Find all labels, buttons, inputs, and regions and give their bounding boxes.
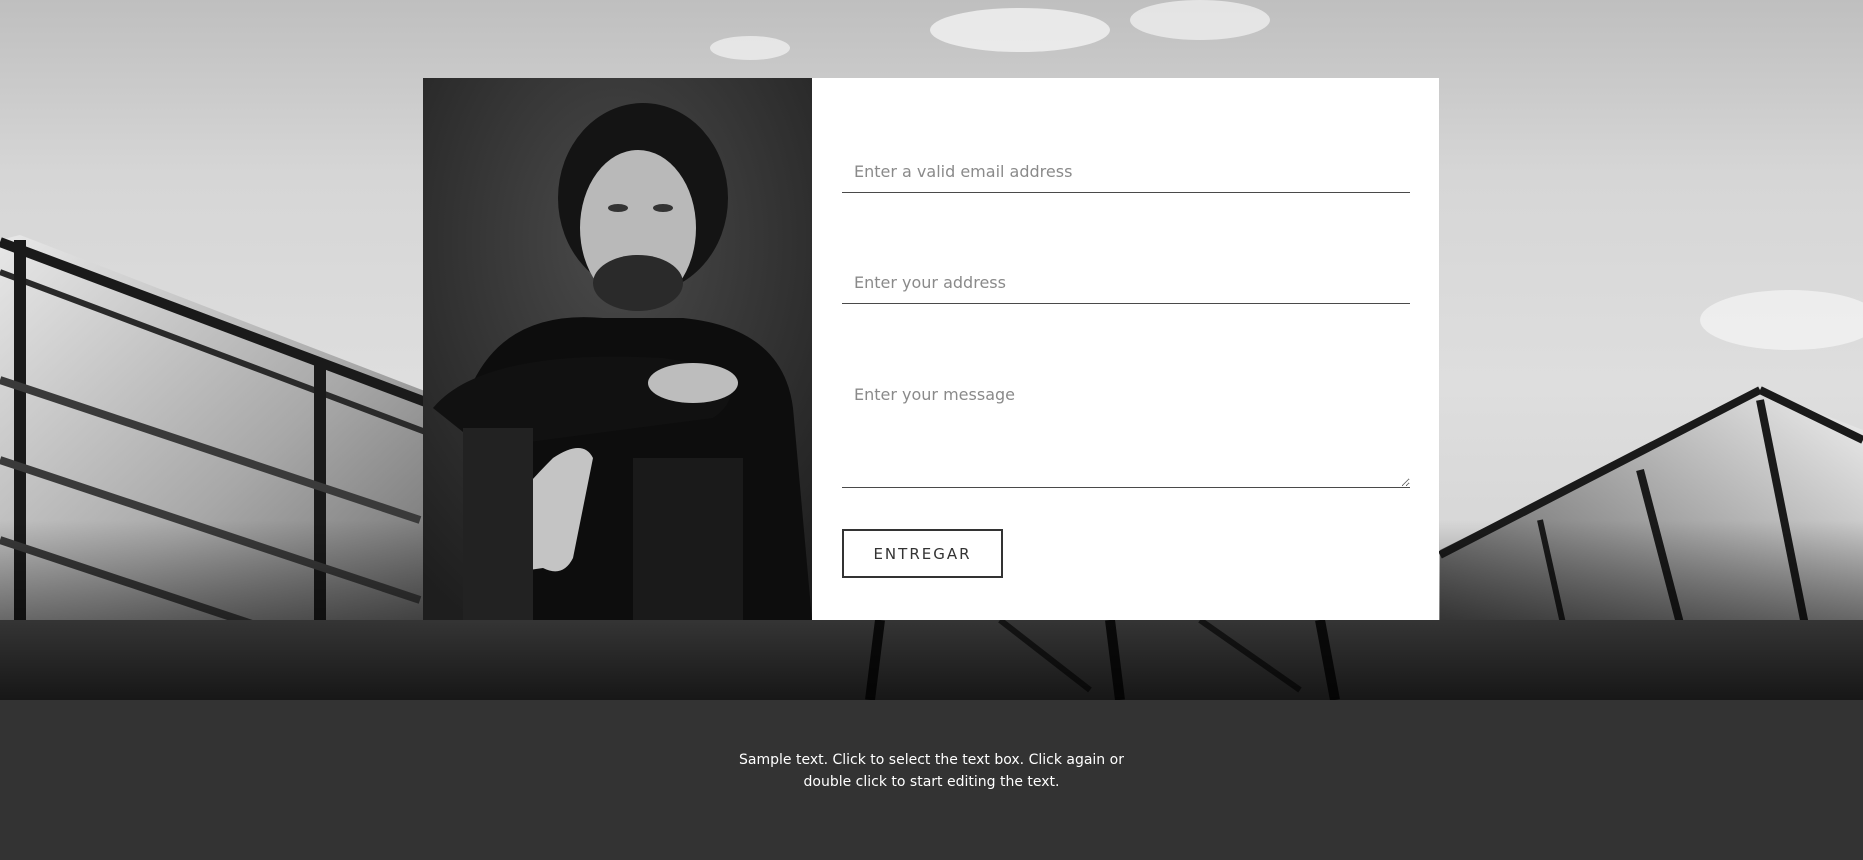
portrait-illustration [423,78,812,620]
contact-form: ENTREGAR [812,78,1439,620]
submit-button[interactable]: ENTREGAR [842,529,1003,578]
message-field[interactable] [842,368,1410,488]
portrait-image [423,78,812,620]
page-footer: Sample text. Click to select the text bo… [0,700,1863,860]
footer-text: Sample text. Click to select the text bo… [739,752,1124,790]
hero-section: ENTREGAR [0,0,1863,700]
contact-card: ENTREGAR [423,78,1439,620]
email-field[interactable] [842,150,1410,193]
address-field[interactable] [842,261,1410,304]
